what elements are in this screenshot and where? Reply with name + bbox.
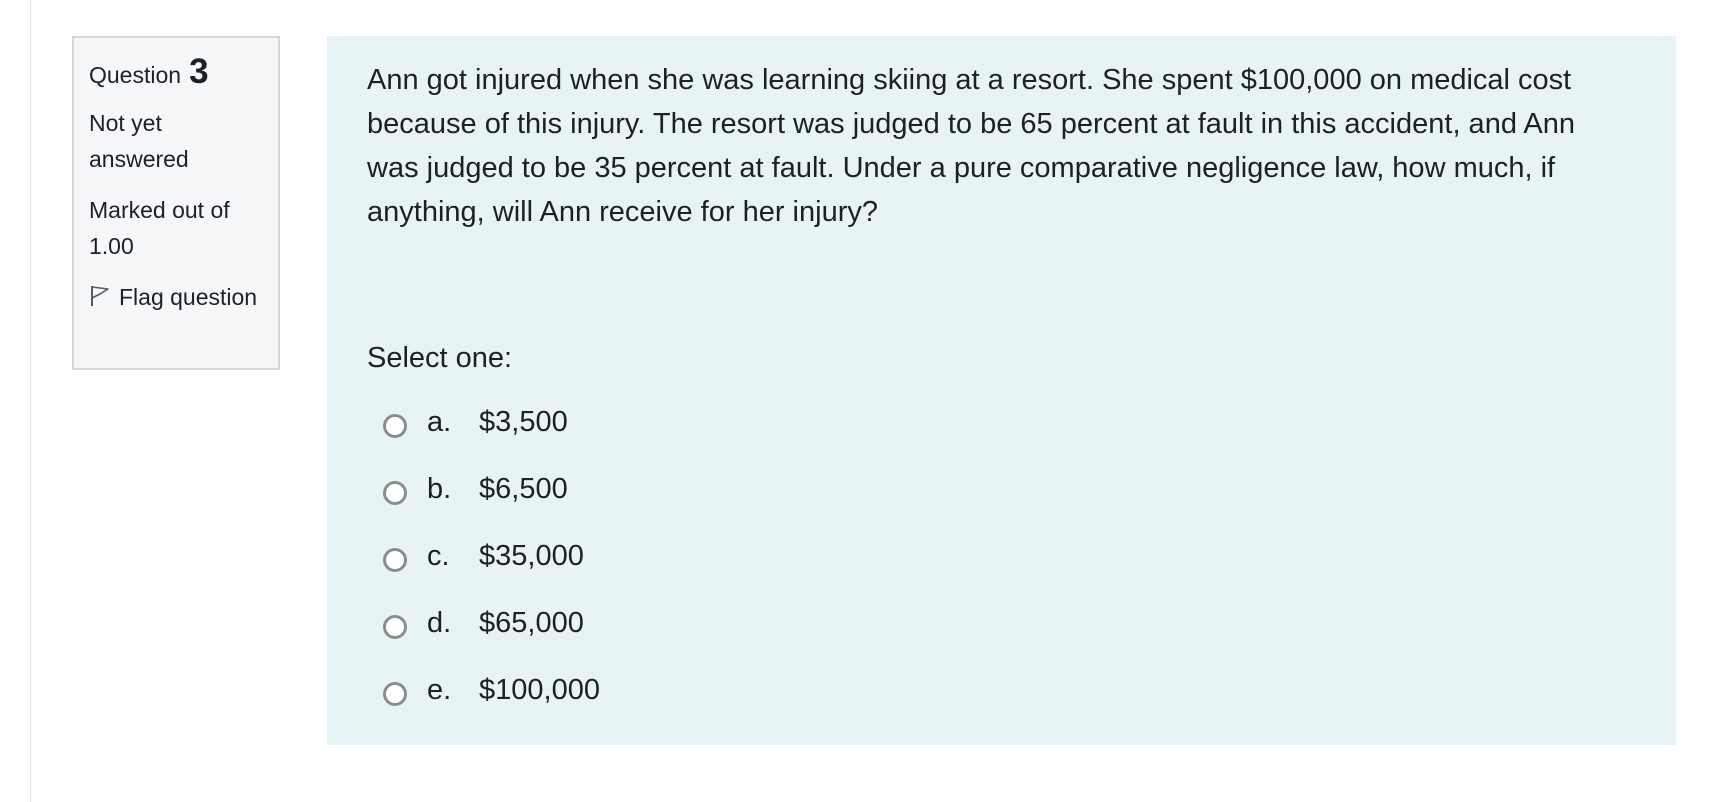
page-border <box>30 0 31 802</box>
radio-button-e[interactable] <box>383 681 407 706</box>
question-number: Question 3 <box>89 54 264 89</box>
answer-option-e[interactable]: e. $100,000 <box>383 657 1636 724</box>
question-text: Ann got injured when she was learning sk… <box>367 64 1576 228</box>
question-label: Question <box>89 62 182 88</box>
answer-option-a[interactable]: a. $3,500 <box>383 389 1636 456</box>
question-info: Question 3 Not yet answered Marked out o… <box>72 36 280 370</box>
answer-value: $3,500 <box>479 406 568 438</box>
question-state: Not yet answered <box>89 110 189 172</box>
answer-options: a. $3,500 b. $6,500 c. $35,000 d. $65,00… <box>367 389 1636 724</box>
answer-value: $65,000 <box>479 607 584 639</box>
answer-letter: c. <box>427 540 450 572</box>
answer-value: $100,000 <box>479 674 600 706</box>
radio-button-a[interactable] <box>383 413 407 438</box>
radio-button-b[interactable] <box>383 480 407 505</box>
answer-letter: e. <box>427 674 452 706</box>
radio-button-c[interactable] <box>383 547 407 572</box>
answer-option-b[interactable]: b. $6,500 <box>383 456 1636 523</box>
answer-letter: d. <box>427 607 452 639</box>
answer-option-d[interactable]: d. $65,000 <box>383 590 1636 657</box>
answer-letter: a. <box>427 406 452 438</box>
radio-button-d[interactable] <box>383 614 407 639</box>
answer-option-c[interactable]: c. $35,000 <box>383 523 1636 590</box>
flag-icon <box>89 281 111 306</box>
flag-question-link[interactable]: Flag question <box>89 279 264 315</box>
answer-value: $35,000 <box>479 540 584 572</box>
flag-question-label: Flag question <box>119 284 258 310</box>
question-number-value: 3 <box>189 52 209 91</box>
select-prompt: Select one: <box>367 342 513 374</box>
question-content: Ann got injured when she was learning sk… <box>327 36 1676 745</box>
answer-value: $6,500 <box>479 473 568 505</box>
answer-letter: b. <box>427 473 452 505</box>
question-grade: Marked out of 1.00 <box>89 197 230 259</box>
